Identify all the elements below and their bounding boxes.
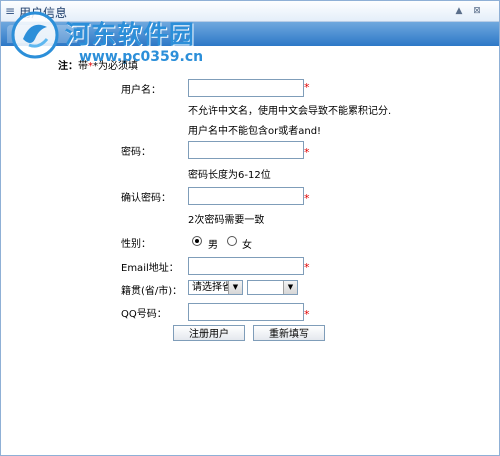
confirm-password-hint: 2次密码需要一致 — [188, 215, 265, 226]
note-prefix: 注： — [58, 61, 78, 72]
qq-required-mark: * — [304, 308, 310, 321]
username-hint-chinese: 不允许中文名，使用中文会导致不能累积记分. — [188, 106, 392, 117]
gender-male-label: 男 — [208, 240, 218, 251]
qq-label: QQ号码： — [121, 309, 167, 320]
native-place-label: 籍贯(省/市)： — [121, 286, 183, 297]
password-hint: 密码长度为6-12位 — [188, 170, 271, 181]
gender-female-label: 女 — [242, 240, 252, 251]
password-required-mark: * — [304, 146, 310, 159]
gender-male-radio[interactable] — [192, 236, 202, 246]
required-note: 注：带**为必须填 — [58, 57, 138, 72]
watermark-site-name: 河东软件园 — [65, 20, 196, 49]
confirm-password-required-mark: * — [304, 192, 310, 205]
email-input[interactable] — [188, 257, 304, 275]
province-select[interactable]: 请选择省 ▼ — [188, 280, 243, 295]
province-selected-value: 请选择省 — [192, 282, 232, 293]
reset-form-button[interactable]: 重新填写 — [253, 325, 325, 341]
gender-label: 性别： — [121, 239, 151, 250]
password-input[interactable] — [188, 141, 304, 159]
email-label: Email地址： — [121, 263, 179, 274]
username-label: 用户名： — [121, 85, 161, 96]
username-input[interactable] — [188, 79, 304, 97]
user-info-window: ≡ 用户信息 ▲ ⊠ 河东软件园 www.pc0359.cn 注：带**为必须填… — [0, 0, 500, 456]
hedong-logo-icon — [11, 11, 59, 59]
qq-input[interactable] — [188, 303, 304, 321]
note-star-word: 带 — [78, 61, 88, 72]
city-select[interactable]: ▼ — [247, 280, 298, 295]
username-required-mark: * — [304, 81, 310, 94]
gender-female-radio[interactable] — [227, 236, 237, 246]
confirm-password-input[interactable] — [188, 187, 304, 205]
email-required-mark: * — [304, 261, 310, 274]
confirm-password-label: 确认密码： — [121, 193, 171, 204]
password-label: 密码： — [121, 147, 151, 158]
chevron-down-icon: ▼ — [283, 281, 297, 294]
username-hint-or-and: 用户名中不能包含or或者and! — [188, 126, 322, 137]
register-user-button[interactable]: 注册用户 — [173, 325, 245, 341]
close-icon[interactable]: ⊠ — [471, 6, 483, 16]
chevron-down-icon: ▼ — [228, 281, 242, 294]
note-suffix: *为必须填 — [93, 61, 138, 72]
collapse-icon[interactable]: ▲ — [453, 6, 465, 16]
